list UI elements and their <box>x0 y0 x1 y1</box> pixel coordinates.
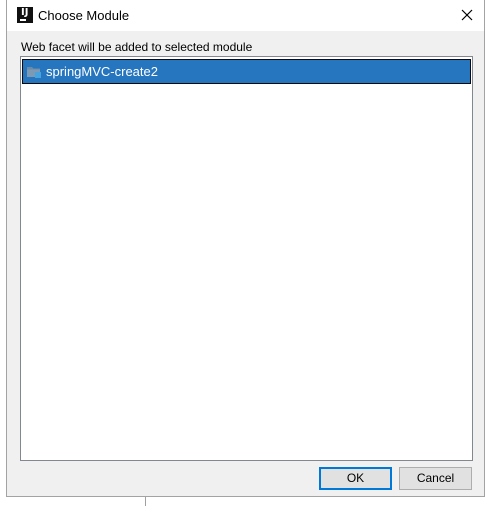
intellij-idea-icon: IJ <box>17 7 33 23</box>
module-label: springMVC-create2 <box>46 64 158 79</box>
module-list[interactable]: springMVC-create2 <box>20 56 473 461</box>
close-button[interactable] <box>458 6 476 24</box>
module-list-caption: Web facet will be added to selected modu… <box>21 40 253 54</box>
background-divider <box>145 497 146 506</box>
choose-module-dialog: IJ Choose Module Web facet will be added… <box>6 0 485 497</box>
title-bar[interactable]: IJ Choose Module <box>7 0 484 31</box>
dialog-title: Choose Module <box>38 8 130 23</box>
ok-button[interactable]: OK <box>319 467 392 490</box>
close-icon <box>461 9 473 21</box>
list-item-module[interactable]: springMVC-create2 <box>22 59 471 84</box>
cancel-button[interactable]: Cancel <box>399 467 472 490</box>
module-folder-icon <box>26 65 42 79</box>
